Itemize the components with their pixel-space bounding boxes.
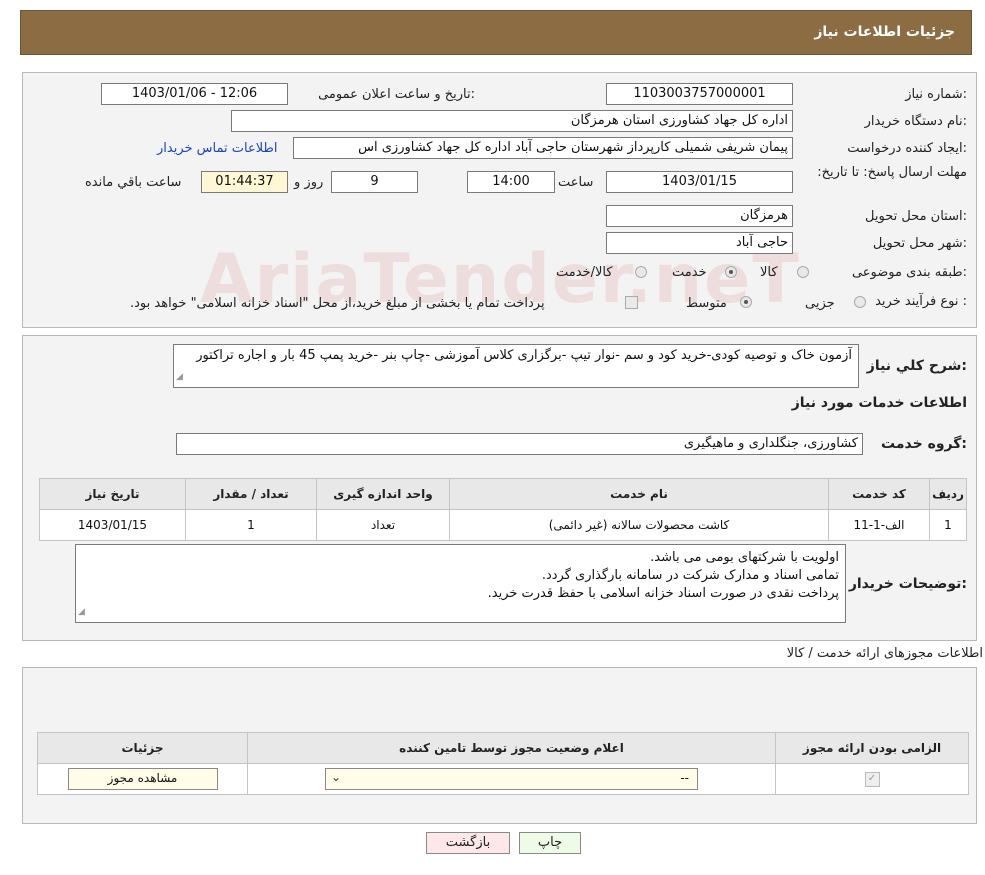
col-permit-status: اعلام وضعیت مجوز توسط تامین کننده xyxy=(247,732,776,764)
col-permit-details: جزئیات xyxy=(37,732,248,764)
col-row-number: رديف xyxy=(929,478,967,510)
deadline-label: مهلت ارسال پاسخ: تا تاریخ: xyxy=(817,165,967,180)
remaining-days-field: 9 xyxy=(331,171,418,193)
permit-status-select[interactable]: ⌄ -- xyxy=(325,768,698,790)
permit-details-cell: مشاهده مجوز xyxy=(37,763,248,795)
province-field: هرمزگان xyxy=(606,205,793,227)
purchase-medium-label: متوسط xyxy=(686,296,727,311)
service-name: کاشت محصولات سالانه (غیر دائمی) xyxy=(449,509,829,541)
col-permit-required: الزامی بودن ارائه مجوز xyxy=(775,732,969,764)
purchase-type-label: نوع فرآیند خرید : xyxy=(875,294,967,309)
deadline-time-label: ساعت xyxy=(558,175,594,190)
buyer-org-field: اداره کل جهاد کشاورزی استان هرمزگان xyxy=(231,110,793,132)
table-row: 1 الف-1-11 کاشت محصولات سالانه (غیر دائم… xyxy=(39,509,967,541)
view-permit-button[interactable]: مشاهده مجوز xyxy=(67,768,218,790)
back-button[interactable]: بازگشت xyxy=(426,832,510,854)
row-number: 1 xyxy=(929,509,967,541)
permits-section-title: اطلاعات مجوزهای ارائه خدمت / کالا xyxy=(786,646,983,661)
buyer-note-line: اولویت با شرکتهای بومی می باشد. xyxy=(650,550,839,565)
page-header: جزئیات اطلاعات نیاز xyxy=(20,10,972,55)
buyer-note-line: پرداخت نقدی در صورت اسناد خزانه اسلامی ب… xyxy=(487,586,839,601)
description-label: شرح كلي نياز: xyxy=(866,358,967,374)
buyer-contact-link[interactable]: اطلاعات تماس خریدار xyxy=(157,141,277,156)
category-service-label: خدمت xyxy=(672,265,707,280)
service-group-label: گروه خدمت: xyxy=(881,436,967,452)
permit-status-cell: ⌄ -- xyxy=(247,763,776,795)
resize-grip-icon[interactable]: ◢ xyxy=(78,603,85,621)
category-goods-service-label: کالا/خدمت xyxy=(556,265,613,280)
permit-required-checkbox[interactable]: ✓ xyxy=(864,771,880,787)
need-date: 1403/01/15 xyxy=(39,509,186,541)
deadline-time-field: 14:00 xyxy=(467,171,555,193)
services-section-title: اطلاعات خدمات مورد نیاز xyxy=(791,395,967,411)
requester-label: ایجاد کننده درخواست: xyxy=(847,141,967,156)
announce-label: تاریخ و ساعت اعلان عمومی: xyxy=(318,87,475,102)
buyer-note-line: تمامی اسناد و مدارک شرکت در سامانه بارگذ… xyxy=(541,568,839,583)
deadline-date-field: 1403/01/15 xyxy=(606,171,793,193)
city-label: شهر محل تحویل: xyxy=(872,236,967,251)
remaining-label: ساعت باقي مانده xyxy=(85,175,182,190)
unit: تعداد xyxy=(316,509,450,541)
remaining-time-field: 01:44:37 xyxy=(201,171,288,193)
city-field: حاجی آباد xyxy=(606,232,793,254)
category-goods-radio[interactable] xyxy=(797,266,809,278)
service-code: الف-1-11 xyxy=(828,509,930,541)
service-group-field: کشاورزی، جنگلداری و ماهیگیری xyxy=(176,433,863,455)
buyer-notes-label: توضیحات خریدار: xyxy=(848,576,967,592)
treasury-payment-checkbox[interactable] xyxy=(625,296,638,309)
buyer-org-label: نام دستگاه خریدار: xyxy=(864,114,967,129)
description-text: آزمون خاک و توصیه کودی-خرید کود و سم -نو… xyxy=(196,348,852,363)
col-service-name: نام خدمت xyxy=(449,478,829,510)
announce-datetime-field: 1403/01/06 - 12:06 xyxy=(101,83,288,105)
treasury-payment-note: پرداخت تمام یا بخشی از مبلغ خرید،از محل … xyxy=(130,296,545,311)
col-service-code: کد خدمت xyxy=(828,478,930,510)
purchase-minor-radio[interactable] xyxy=(854,296,866,308)
col-need-date: تاریخ نیاز xyxy=(39,478,186,510)
need-number-label: شماره نیاز: xyxy=(905,87,967,102)
permit-status-value: -- xyxy=(680,771,689,785)
permits-table-header: الزامی بودن ارائه مجوز اعلام وضعیت مجوز … xyxy=(37,732,969,764)
purchase-medium-radio[interactable] xyxy=(740,296,752,308)
print-button[interactable]: چاپ xyxy=(519,832,581,854)
category-goods-label: کالا xyxy=(760,265,778,280)
services-table-header: رديف کد خدمت نام خدمت واحد اندازه گیری ت… xyxy=(39,478,967,510)
col-unit: واحد اندازه گیری xyxy=(316,478,450,510)
quantity: 1 xyxy=(185,509,317,541)
purchase-minor-label: جزیی xyxy=(805,296,835,311)
category-goods-service-radio[interactable] xyxy=(635,266,647,278)
buyer-notes-textarea[interactable]: اولویت با شرکتهای بومی می باشد. تمامی اس… xyxy=(75,544,846,623)
category-service-radio[interactable] xyxy=(725,266,737,278)
description-textarea[interactable]: آزمون خاک و توصیه کودی-خرید کود و سم -نو… xyxy=(173,344,859,388)
chevron-down-icon: ⌄ xyxy=(331,770,342,784)
requester-field: پیمان شریفی شمیلی کارپرداز شهرستان حاجی … xyxy=(293,137,793,159)
category-label: طبقه بندی موضوعی: xyxy=(851,265,967,280)
table-row: ✓ ⌄ -- مشاهده مجوز xyxy=(37,763,969,795)
province-label: استان محل تحویل: xyxy=(865,209,967,224)
page-title: جزئیات اطلاعات نیاز xyxy=(814,24,955,40)
days-label: روز و xyxy=(294,175,324,190)
need-number-field: 1103003757000001 xyxy=(606,83,793,105)
col-quantity: تعداد / مقدار xyxy=(185,478,317,510)
services-table: رديف کد خدمت نام خدمت واحد اندازه گیری ت… xyxy=(39,478,967,541)
permit-required-cell: ✓ xyxy=(775,763,969,795)
permits-table: الزامی بودن ارائه مجوز اعلام وضعیت مجوز … xyxy=(37,732,969,795)
resize-grip-icon[interactable]: ◢ xyxy=(176,368,183,386)
